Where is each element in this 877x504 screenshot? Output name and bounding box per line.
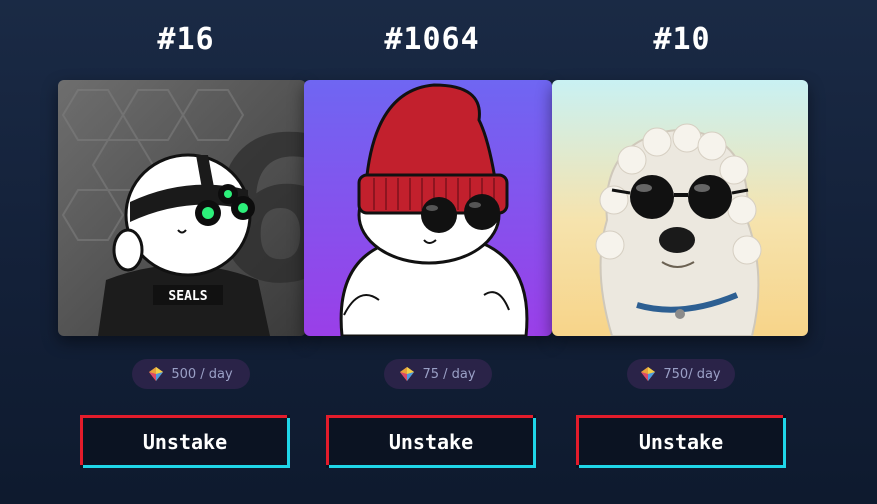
nft-title: #10 (653, 22, 711, 57)
unstake-button[interactable]: Unstake (326, 415, 536, 468)
seal-goggles-illustration: 6 SEALS (58, 80, 306, 336)
nft-card-2: #1064 75 / day Unstake (302, 0, 562, 504)
unstake-button[interactable]: Unstake (80, 415, 290, 468)
gem-icon (400, 367, 415, 381)
unstake-label: Unstake (388, 429, 474, 454)
reward-text: 750/ day (663, 366, 721, 382)
nft-card-1: #16 6 SEALS 500 / day Unstake (56, 0, 316, 504)
reward-pill: 500 / day (132, 359, 250, 389)
nft-image-seal-goggles: 6 SEALS (58, 80, 306, 336)
seal-beanie-illustration (304, 80, 552, 336)
unstake-button[interactable]: Unstake (576, 415, 786, 468)
reward-text: 500 / day (171, 366, 233, 382)
reward-text: 75 / day (422, 366, 476, 382)
nft-image-seal-beanie (304, 80, 552, 336)
svg-text:SEALS: SEALS (168, 289, 207, 304)
reward-pill: 75 / day (384, 359, 492, 389)
gem-icon (149, 367, 164, 381)
nft-image-dog-sunglasses (552, 80, 808, 336)
nft-title: #1064 (384, 22, 480, 57)
reward-pill: 750/ day (627, 359, 735, 389)
unstake-label: Unstake (638, 429, 724, 454)
gem-icon (641, 367, 656, 381)
nft-card-3: #10 750/ day Unstake (552, 0, 812, 504)
dog-sunglasses-illustration (552, 80, 808, 336)
unstake-label: Unstake (142, 429, 228, 454)
nft-title: #16 (157, 22, 215, 57)
